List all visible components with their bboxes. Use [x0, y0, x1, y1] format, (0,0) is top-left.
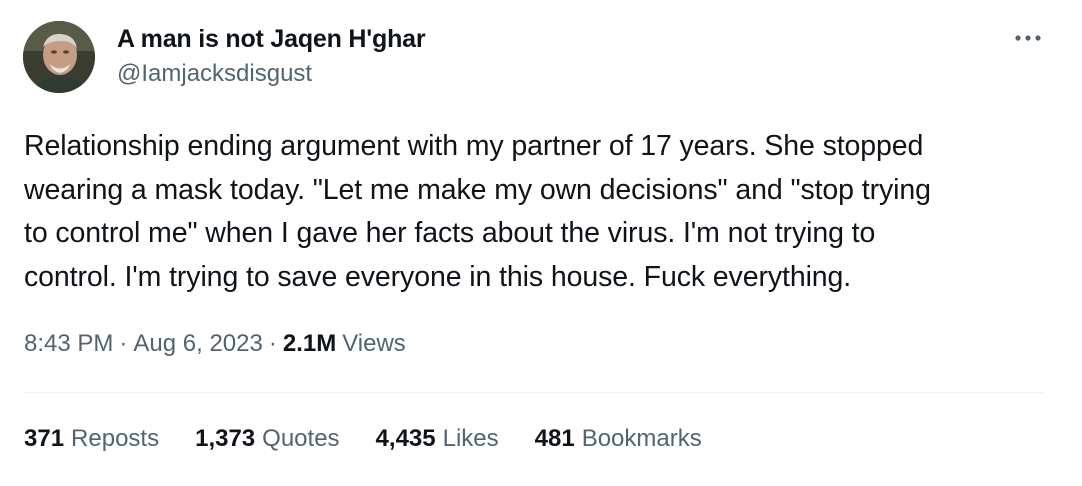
author-display-name[interactable]: A man is not Jaqen H'ghar: [117, 25, 426, 54]
more-horizontal-icon: [1015, 35, 1041, 41]
tweet-text-line: wearing a mask today. "Let me make my ow…: [24, 173, 931, 206]
quotes-stat[interactable]: 1,373 Quotes: [195, 425, 339, 453]
likes-count: 4,435: [375, 425, 436, 452]
divider: [24, 392, 1044, 393]
bookmarks-stat[interactable]: 481 Bookmarks: [535, 425, 702, 453]
tweet-metadata: 8:43 PM · Aug 6, 2023 · 2.1M Views: [24, 330, 406, 358]
engagement-stats: 371 Reposts 1,373 Quotes 4,435 Likes 481…: [24, 425, 738, 453]
views-label: Views: [342, 330, 406, 357]
bookmarks-label: Bookmarks: [581, 425, 702, 452]
tweet-text-line: Relationship ending argument with my par…: [24, 130, 924, 162]
likes-stat[interactable]: 4,435 Likes: [376, 425, 499, 453]
likes-label: Likes: [442, 425, 499, 452]
avatar-photo: [23, 21, 95, 93]
author-handle[interactable]: @Iamjacksdisgust: [117, 60, 312, 88]
tweet-text-line: to control me" when I gave her facts abo…: [24, 217, 876, 250]
more-options-button[interactable]: [1008, 22, 1048, 54]
avatar[interactable]: [23, 21, 95, 93]
tweet-card: A man is not Jaqen H'ghar @Iamjacksdisgu…: [0, 0, 1082, 486]
separator-dot: ·: [119, 330, 128, 357]
reposts-count: 371: [24, 425, 65, 452]
reposts-label: Reposts: [71, 425, 160, 452]
tweet-date[interactable]: Aug 6, 2023: [133, 330, 262, 358]
reposts-stat[interactable]: 371 Reposts: [24, 425, 159, 453]
tweet-text-line: control. I'm trying to save everyone in …: [24, 261, 852, 294]
tweet-text: Relationship ending argument with my par…: [24, 125, 1054, 300]
views-count: 2.1M: [282, 330, 337, 357]
separator-dot: ·: [268, 330, 277, 357]
tweet-time[interactable]: 8:43 PM: [24, 330, 113, 358]
bookmarks-count: 481: [534, 425, 575, 452]
quotes-label: Quotes: [262, 425, 340, 452]
quotes-count: 1,373: [195, 425, 256, 452]
